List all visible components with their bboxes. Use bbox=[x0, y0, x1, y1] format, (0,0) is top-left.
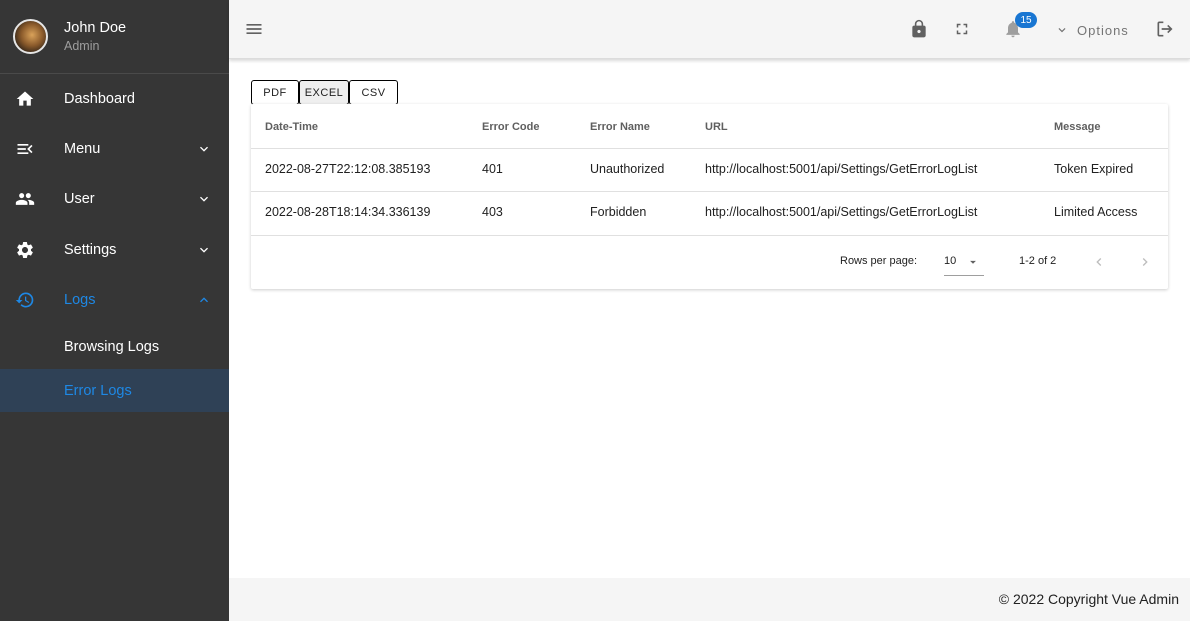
export-pdf-button[interactable]: PDF bbox=[251, 80, 299, 105]
cell-date-time: 2022-08-28T18:14:34.336139 bbox=[265, 205, 431, 219]
sidebar-item-label: Logs bbox=[64, 292, 96, 308]
cell-error-code: 401 bbox=[482, 162, 503, 176]
history-icon bbox=[14, 289, 36, 311]
pagination-range: 1-2 of 2 bbox=[1019, 255, 1057, 267]
sidebar-item-label: Settings bbox=[64, 242, 117, 258]
options-dropdown[interactable]: Options bbox=[1055, 21, 1129, 39]
menu-open-icon bbox=[14, 138, 36, 160]
sidebar-item-label: Error Logs bbox=[64, 382, 132, 399]
cell-error-name: Unauthorized bbox=[590, 162, 665, 176]
sidebar-item-error-logs[interactable]: Error Logs bbox=[0, 369, 229, 412]
sidebar-item-user[interactable]: User bbox=[0, 174, 229, 224]
options-label: Options bbox=[1077, 22, 1129, 38]
logout-icon[interactable] bbox=[1154, 18, 1176, 40]
chevron-left-icon[interactable] bbox=[1091, 254, 1107, 275]
cell-error-code: 403 bbox=[482, 205, 503, 219]
chevron-down-icon bbox=[195, 140, 213, 158]
page-footer: © 2022 Copyright Vue Admin bbox=[229, 578, 1190, 621]
fullscreen-icon[interactable] bbox=[951, 18, 973, 40]
top-bar: 15 Options bbox=[229, 0, 1190, 59]
cell-url: http://localhost:5001/api/Settings/GetEr… bbox=[705, 205, 978, 219]
caret-down-icon bbox=[966, 255, 980, 274]
sidebar-item-label: Browsing Logs bbox=[64, 338, 160, 355]
sidebar-item-settings[interactable]: Settings bbox=[0, 225, 229, 275]
chevron-right-icon[interactable] bbox=[1137, 254, 1153, 275]
divider bbox=[251, 148, 1168, 149]
rows-per-page-value: 10 bbox=[944, 255, 957, 267]
sidebar-item-label: Menu bbox=[64, 141, 101, 157]
export-excel-button[interactable]: EXCEL bbox=[299, 80, 349, 105]
users-icon bbox=[14, 188, 36, 210]
chevron-down-icon bbox=[195, 190, 213, 208]
sidebar-item-dashboard[interactable]: Dashboard bbox=[0, 74, 229, 124]
column-header-error-name[interactable]: Error Name bbox=[590, 121, 650, 133]
sidebar-item-menu[interactable]: Menu bbox=[0, 124, 229, 174]
gear-icon bbox=[14, 239, 36, 261]
sidebar-item-label: User bbox=[64, 191, 95, 207]
chevron-down-icon bbox=[1055, 23, 1069, 37]
column-header-date-time[interactable]: Date-Time bbox=[265, 121, 318, 133]
error-logs-table: Date-Time Error Code Error Name URL Mess… bbox=[251, 104, 1168, 289]
rows-per-page-label: Rows per page: bbox=[840, 255, 918, 267]
cell-message: Limited Access bbox=[1054, 205, 1138, 219]
column-header-message[interactable]: Message bbox=[1054, 121, 1100, 133]
sidebar-item-browsing-logs[interactable]: Browsing Logs bbox=[0, 325, 229, 368]
cell-error-name: Forbidden bbox=[590, 205, 647, 219]
rows-per-page-select[interactable]: 10 bbox=[944, 250, 984, 276]
copyright-text: © 2022 Copyright Vue Admin bbox=[998, 591, 1179, 607]
profile-role: Admin bbox=[64, 38, 100, 53]
sidebar-item-label: Dashboard bbox=[64, 91, 135, 107]
chevron-down-icon bbox=[195, 241, 213, 259]
profile-name: John Doe bbox=[64, 19, 127, 36]
user-profile: John Doe Admin bbox=[0, 0, 229, 74]
column-header-url[interactable]: URL bbox=[705, 121, 728, 133]
cell-message: Token Expired bbox=[1054, 162, 1134, 176]
chevron-up-icon bbox=[195, 291, 213, 309]
divider bbox=[251, 191, 1168, 192]
divider bbox=[251, 235, 1168, 236]
export-csv-button[interactable]: CSV bbox=[349, 80, 398, 105]
home-icon bbox=[14, 88, 36, 110]
sidebar-item-logs[interactable]: Logs bbox=[0, 275, 229, 325]
sidebar: John Doe Admin Dashboard Menu User Setti… bbox=[0, 0, 229, 621]
lock-icon[interactable] bbox=[908, 18, 930, 40]
column-header-error-code[interactable]: Error Code bbox=[482, 121, 539, 133]
cell-url: http://localhost:5001/api/Settings/GetEr… bbox=[705, 162, 978, 176]
notification-badge: 15 bbox=[1015, 12, 1037, 28]
hamburger-menu-icon[interactable] bbox=[243, 18, 265, 40]
cell-date-time: 2022-08-27T22:12:08.385193 bbox=[265, 162, 431, 176]
avatar[interactable] bbox=[13, 19, 48, 54]
